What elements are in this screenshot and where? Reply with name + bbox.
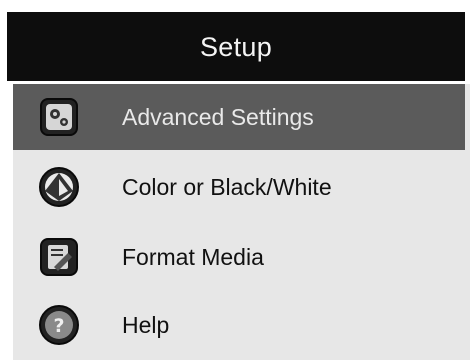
- page-title: Setup: [199, 32, 273, 62]
- menu-item-advanced-settings[interactable]: Advanced Settings: [13, 84, 465, 150]
- menu-item-label: Advanced Settings: [122, 103, 314, 130]
- menu-item-label: Help: [122, 311, 170, 338]
- menu-item-color-mode[interactable]: Color or Black/White: [13, 154, 465, 220]
- menu-item-help[interactable]: ? Help: [13, 292, 465, 358]
- color-mode-icon: [37, 165, 81, 209]
- menu-item-label: Format Media: [122, 243, 264, 270]
- menu-item-format-media[interactable]: Format Media: [13, 224, 465, 290]
- setup-screen: Setup Advanced Settings Color or Black/W…: [0, 0, 470, 360]
- menu-item-label: Color or Black/White: [122, 173, 332, 200]
- title-bar: Setup: [7, 12, 465, 81]
- gears-icon: [37, 95, 81, 139]
- svg-text:?: ?: [53, 315, 64, 337]
- setup-menu: Advanced Settings Color or Black/White F…: [13, 84, 470, 360]
- help-icon: ?: [37, 303, 81, 347]
- format-media-icon: [37, 235, 81, 279]
